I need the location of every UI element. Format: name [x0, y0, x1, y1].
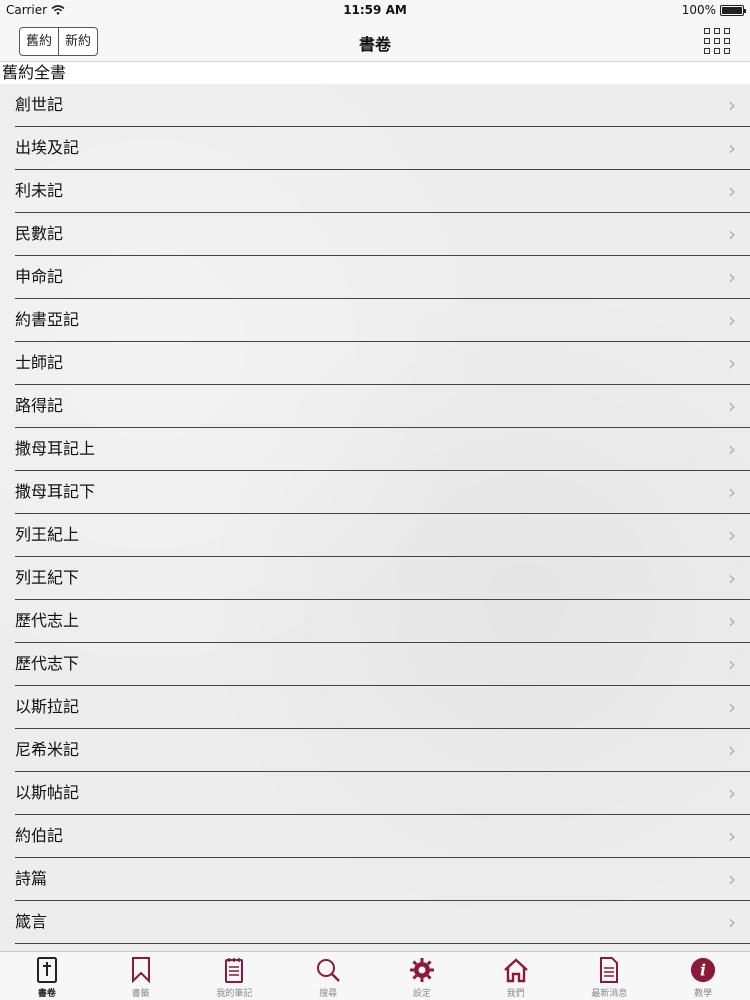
tab-label: 書卷 — [37, 989, 56, 999]
nav-bar: 舊約 新約 書卷 — [0, 22, 750, 62]
chevron-right-icon: › — [728, 695, 736, 719]
book-name: 出埃及記 — [15, 138, 80, 157]
tab-books[interactable]: 書卷 — [0, 952, 94, 1000]
book-row[interactable]: 詩篇 › — [0, 858, 750, 901]
chevron-right-icon: › — [728, 308, 736, 332]
tab-label: 書籤 — [131, 989, 150, 999]
chevron-right-icon: › — [728, 394, 736, 418]
book-name: 列王紀上 — [15, 525, 80, 544]
book-row[interactable]: 尼希米記 › — [0, 729, 750, 772]
book-row[interactable]: 路得記 › — [0, 385, 750, 428]
book-row[interactable]: 歷代志下 › — [0, 643, 750, 686]
book-name: 歷代志下 — [15, 654, 80, 673]
book-row[interactable]: 箴言 › — [0, 901, 750, 944]
book-row[interactable]: 以斯帖記 › — [0, 772, 750, 815]
book-name: 尼希米記 — [15, 740, 80, 759]
book-row[interactable]: 撒母耳記下 › — [0, 471, 750, 514]
book-row[interactable]: 約伯記 › — [0, 815, 750, 858]
tab-search[interactable]: 搜尋 — [281, 952, 375, 1000]
book-row[interactable]: 出埃及記 › — [0, 127, 750, 170]
chevron-right-icon: › — [728, 437, 736, 461]
book-row[interactable]: 以斯拉記 › — [0, 686, 750, 729]
book-name: 士師記 — [15, 353, 64, 372]
book-name: 歷代志上 — [15, 611, 80, 630]
tab-bar: 書卷 書籤 我的筆記 搜尋 設定 我們 最新消息 i 教學 — [0, 951, 750, 1000]
tab-about-us[interactable]: 我們 — [469, 952, 563, 1000]
book-name: 以斯帖記 — [15, 783, 80, 802]
grid-icon — [704, 28, 710, 34]
book-name: 路得記 — [15, 396, 64, 415]
chevron-right-icon: › — [728, 523, 736, 547]
notepad-icon — [221, 957, 247, 983]
tab-tutorial[interactable]: i 教學 — [656, 952, 750, 1000]
book-list: 創世記 › 出埃及記 › 利未記 › 民數記 › 申命記 › 約書亞記 › 士師記 › 路得記 › 撒母耳記上 ›… — [0, 84, 750, 951]
tab-label: 設定 — [412, 989, 431, 999]
book-row[interactable]: 撒母耳記上 › — [0, 428, 750, 471]
search-icon — [315, 957, 341, 983]
book-name: 申命記 — [15, 267, 64, 286]
book-row[interactable]: 創世記 › — [0, 84, 750, 127]
book-row[interactable]: 列王紀下 › — [0, 557, 750, 600]
tab-label: 我們 — [506, 989, 525, 999]
battery-percent: 100% — [681, 3, 716, 17]
chevron-right-icon: › — [728, 480, 736, 504]
grid-view-button[interactable] — [704, 28, 730, 54]
status-bar: Carrier 11:59 AM 100% — [0, 0, 750, 22]
chevron-right-icon: › — [728, 824, 736, 848]
chevron-right-icon: › — [728, 781, 736, 805]
book-name: 民數記 — [15, 224, 64, 243]
book-row[interactable]: 士師記 › — [0, 342, 750, 385]
section-header: 舊約全書 — [0, 62, 750, 84]
tab-settings[interactable]: 設定 — [375, 952, 469, 1000]
svg-text:i: i — [700, 961, 706, 980]
book-row[interactable]: 利未記 › — [0, 170, 750, 213]
bible-icon — [34, 957, 60, 983]
book-name: 箴言 — [15, 912, 48, 931]
chevron-right-icon: › — [728, 910, 736, 934]
book-name: 創世記 — [15, 95, 64, 114]
chevron-right-icon: › — [728, 265, 736, 289]
chevron-right-icon: › — [728, 867, 736, 891]
chevron-right-icon: › — [728, 136, 736, 160]
book-row[interactable]: 約書亞記 › — [0, 299, 750, 342]
status-right: 100% — [681, 3, 746, 17]
status-time: 11:59 AM — [343, 3, 407, 17]
book-name: 以斯拉記 — [15, 697, 80, 716]
book-row[interactable]: 申命記 › — [0, 256, 750, 299]
tab-news[interactable]: 最新消息 — [563, 952, 657, 1000]
tab-label: 教學 — [694, 989, 713, 999]
book-row[interactable]: 列王紀上 › — [0, 514, 750, 557]
book-name: 撒母耳記上 — [15, 439, 96, 458]
chevron-right-icon: › — [728, 652, 736, 676]
chevron-right-icon: › — [728, 566, 736, 590]
tab-label: 我的筆記 — [216, 989, 253, 999]
chevron-right-icon: › — [728, 93, 736, 117]
chevron-right-icon: › — [728, 351, 736, 375]
book-name: 約伯記 — [15, 826, 64, 845]
book-name: 詩篇 — [15, 869, 48, 888]
book-row[interactable]: 歷代志上 › — [0, 600, 750, 643]
chevron-right-icon: › — [728, 738, 736, 762]
battery-icon — [720, 4, 746, 16]
book-row[interactable]: 民數記 › — [0, 213, 750, 256]
book-name: 約書亞記 — [15, 310, 80, 329]
book-name: 撒母耳記下 — [15, 482, 96, 501]
document-icon — [596, 957, 622, 983]
chevron-right-icon: › — [728, 609, 736, 633]
gear-icon — [409, 957, 435, 983]
book-name: 列王紀下 — [15, 568, 80, 587]
home-icon — [503, 957, 529, 983]
chevron-right-icon: › — [728, 179, 736, 203]
chevron-right-icon: › — [728, 222, 736, 246]
book-name: 利未記 — [15, 181, 64, 200]
bookmark-icon — [128, 957, 154, 983]
tab-label: 最新消息 — [591, 989, 628, 999]
info-icon: i — [690, 957, 716, 983]
tab-label: 搜尋 — [319, 989, 338, 999]
tab-bookmarks[interactable]: 書籤 — [94, 952, 188, 1000]
tab-my-notes[interactable]: 我的筆記 — [188, 952, 282, 1000]
page-title: 書卷 — [358, 35, 391, 54]
